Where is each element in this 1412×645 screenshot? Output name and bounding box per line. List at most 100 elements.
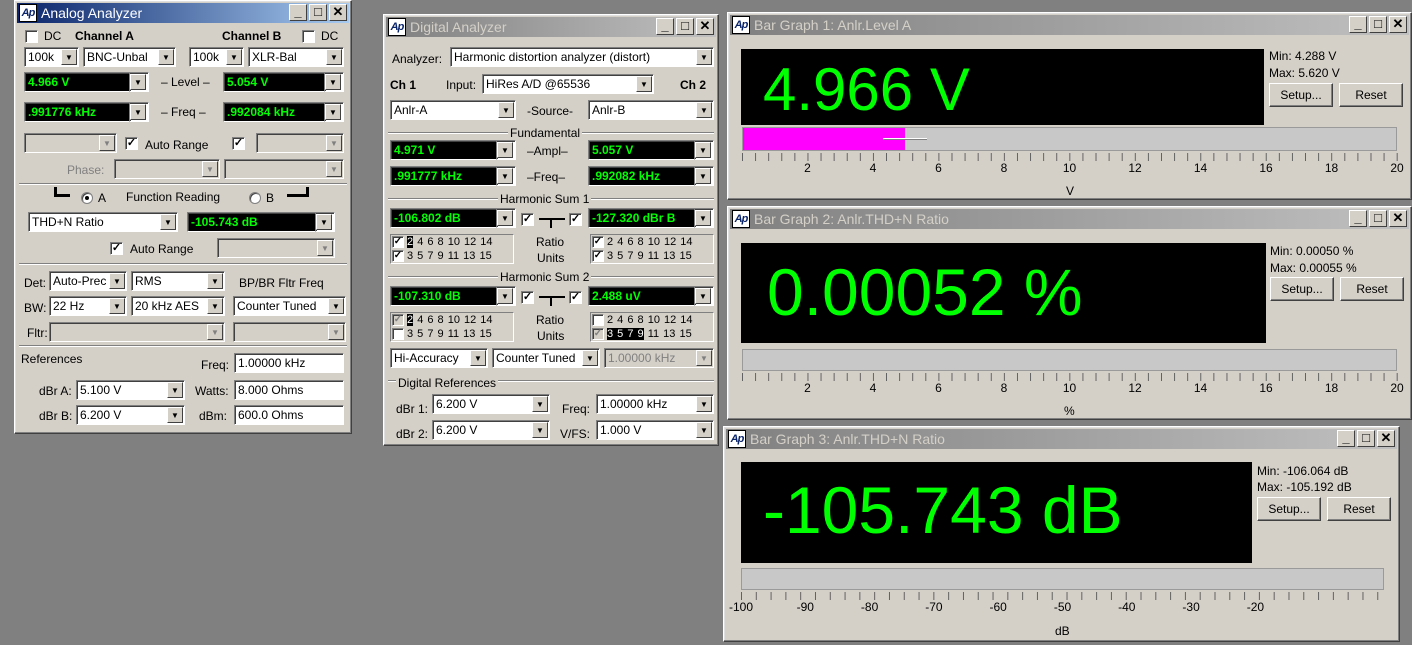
a-freq-units[interactable]: ▼ <box>129 102 149 122</box>
analyzer-select[interactable]: Harmonic distortion analyzer (distort) ▼ <box>450 47 714 67</box>
dc-a-checkbox[interactable] <box>25 30 38 43</box>
watts-field[interactable]: 8.000 Ohms <box>234 380 344 400</box>
freq1-units[interactable]: ▼ <box>496 166 516 186</box>
odd-harmonics-list[interactable]: 3 5 7 9 11 13 15 <box>607 250 692 262</box>
a-level-units[interactable]: ▼ <box>129 72 149 92</box>
filter-select[interactable]: ▼ <box>49 322 225 342</box>
hs1-b-enable-checkbox[interactable]: ✓ <box>569 213 582 226</box>
hs1-a-enable-checkbox[interactable]: ✓ <box>521 213 534 226</box>
title-bar[interactable]: Ap Bar Graph 1: Anlr.Level A _ □ ✕ <box>730 15 1409 35</box>
maximize-button[interactable]: □ <box>1369 210 1387 227</box>
input-select[interactable]: HiRes A/D @65536 ▼ <box>482 74 654 94</box>
maximize-button[interactable]: □ <box>676 18 694 35</box>
even-harmonics-list[interactable]: 2 4 6 8 10 12 14 <box>607 314 693 326</box>
hs2-b-enable-checkbox[interactable]: ✓ <box>569 291 582 304</box>
maximize-button[interactable]: □ <box>1357 430 1375 447</box>
even-harmonics-checkbox[interactable]: ✓ <box>592 236 604 248</box>
even-harmonics-checkbox[interactable] <box>592 314 604 326</box>
title-bar[interactable]: Ap Bar Graph 2: Anlr.THD+N Ratio _ □ ✕ <box>730 209 1409 229</box>
filter-freq-select[interactable]: ▼ <box>233 322 346 342</box>
odd-harmonics-list[interactable]: 3 5 7 9 11 13 15 <box>407 328 492 340</box>
hs2-a-enable-checkbox[interactable]: ✓ <box>521 291 534 304</box>
function-select[interactable]: THD+N Ratio ▼ <box>28 212 178 232</box>
bw-low-select[interactable]: 22 Hz ▼ <box>49 296 127 316</box>
odd-harmonics-checkbox[interactable] <box>392 328 404 340</box>
freq2-units[interactable]: ▼ <box>694 166 714 186</box>
even-harmonics-checkbox[interactable]: ✓ <box>392 236 404 248</box>
source1-select[interactable]: Anlr-A ▼ <box>390 100 516 120</box>
even-harmonics-list[interactable]: 2 4 6 8 10 12 14 <box>407 236 493 248</box>
a-range-extra-select[interactable]: ▼ <box>24 133 117 153</box>
close-button[interactable]: ✕ <box>329 4 347 21</box>
freq-ref-field[interactable]: 1.00000 kHz ▼ <box>596 394 714 414</box>
phase-a-select[interactable]: ▼ <box>114 159 220 179</box>
auto-range-function-checkbox[interactable]: ✓ <box>110 242 123 255</box>
a-range-select[interactable]: 100k ▼ <box>24 47 79 67</box>
minimize-button[interactable]: _ <box>289 4 307 21</box>
dbrb-field[interactable]: 6.200 V ▼ <box>76 405 185 425</box>
even-harmonics-checkbox[interactable]: ✓ <box>392 314 404 326</box>
minimize-button[interactable]: _ <box>1349 16 1367 33</box>
ampl1-units[interactable]: ▼ <box>496 140 516 160</box>
b-level-units[interactable]: ▼ <box>324 72 344 92</box>
odd-harmonics-checkbox[interactable]: ✓ <box>592 328 604 340</box>
hs2-a-units[interactable]: ▼ <box>496 286 516 306</box>
bw-high-select[interactable]: 20 kHz AES ▼ <box>131 296 225 316</box>
odd-harmonics-checkbox[interactable]: ✓ <box>392 250 404 262</box>
title-bar[interactable]: Ap Analog Analyzer _ □ ✕ <box>17 3 349 23</box>
ampl2-units[interactable]: ▼ <box>694 140 714 160</box>
reset-button[interactable]: Reset <box>1339 83 1403 107</box>
reset-button[interactable]: Reset <box>1327 497 1391 521</box>
function-a-radio[interactable] <box>81 192 93 204</box>
b-freq-units[interactable]: ▼ <box>324 102 344 122</box>
title-bar[interactable]: Ap Bar Graph 3: Anlr.THD+N Ratio _ □ ✕ <box>726 429 1397 449</box>
dc-b-checkbox[interactable] <box>302 30 315 43</box>
dbra-field[interactable]: 5.100 V ▼ <box>76 380 185 400</box>
tune-freq-select[interactable]: 1.00000 kHz ▼ <box>604 348 714 368</box>
maximize-button[interactable]: □ <box>1369 16 1387 33</box>
setup-button[interactable]: Setup... <box>1257 497 1321 521</box>
even-harmonics-list[interactable]: 2 4 6 8 10 12 14 <box>407 314 493 326</box>
dbr1-field[interactable]: 6.200 V ▼ <box>432 394 550 414</box>
hs1-a-units[interactable]: ▼ <box>496 208 516 228</box>
dbr2-field[interactable]: 6.200 V ▼ <box>432 420 550 440</box>
minimize-button[interactable]: _ <box>1349 210 1367 227</box>
auto-range-a-checkbox[interactable]: ✓ <box>125 137 138 150</box>
odd-harmonics-checkbox[interactable]: ✓ <box>592 250 604 262</box>
b-input-select[interactable]: XLR-Bal ▼ <box>248 47 344 67</box>
dbm-field[interactable]: 600.0 Ohms <box>234 405 344 425</box>
setup-button[interactable]: Setup... <box>1269 83 1333 107</box>
function-units[interactable]: ▼ <box>315 212 335 232</box>
phase-b-select[interactable]: ▼ <box>224 159 344 179</box>
detector-type-select[interactable]: RMS ▼ <box>131 271 225 291</box>
maximize-button[interactable]: □ <box>309 4 327 21</box>
hs2-b-units[interactable]: ▼ <box>694 286 714 306</box>
close-button[interactable]: ✕ <box>696 18 714 35</box>
function-range-select[interactable]: ▼ <box>217 238 335 258</box>
setup-button[interactable]: Setup... <box>1270 277 1334 301</box>
function-b-radio[interactable] <box>249 192 261 204</box>
tuning-select[interactable]: Counter Tuned ▼ <box>492 348 600 368</box>
close-button[interactable]: ✕ <box>1389 210 1407 227</box>
minimize-button[interactable]: _ <box>1337 430 1355 447</box>
detector-select[interactable]: Auto-Prec ▼ <box>49 271 127 291</box>
accuracy-select[interactable]: Hi-Accuracy ▼ <box>390 348 488 368</box>
vfs-field[interactable]: 1.000 V ▼ <box>596 420 714 440</box>
auto-range-b-checkbox[interactable]: ✓ <box>232 137 245 150</box>
b-range-select[interactable]: 100k ▼ <box>189 47 244 67</box>
hs1-b-units[interactable]: ▼ <box>694 208 714 228</box>
odd-harmonics-list[interactable]: 3 5 7 9 11 13 15 <box>407 250 492 262</box>
source2-select[interactable]: Anlr-B ▼ <box>588 100 714 120</box>
minimize-button[interactable]: _ <box>656 18 674 35</box>
title-bar[interactable]: Ap Digital Analyzer _ □ ✕ <box>386 17 716 37</box>
even-harmonics-list[interactable]: 2 4 6 8 10 12 14 <box>607 236 693 248</box>
b-range-extra-select[interactable]: ▼ <box>256 133 344 153</box>
a-input-select[interactable]: BNC-Unbal ▼ <box>83 47 176 67</box>
close-button[interactable]: ✕ <box>1377 430 1395 447</box>
freq-ref-field[interactable]: 1.00000 kHz <box>234 353 344 373</box>
reset-button[interactable]: Reset <box>1340 277 1404 301</box>
odd-harmonics-list[interactable]: 3 5 7 9 11 13 15 <box>607 328 692 340</box>
bpbr-select[interactable]: Counter Tuned ▼ <box>233 296 346 316</box>
close-button[interactable]: ✕ <box>1389 16 1407 33</box>
function-reading-value[interactable]: -105.743 dB <box>187 212 335 232</box>
